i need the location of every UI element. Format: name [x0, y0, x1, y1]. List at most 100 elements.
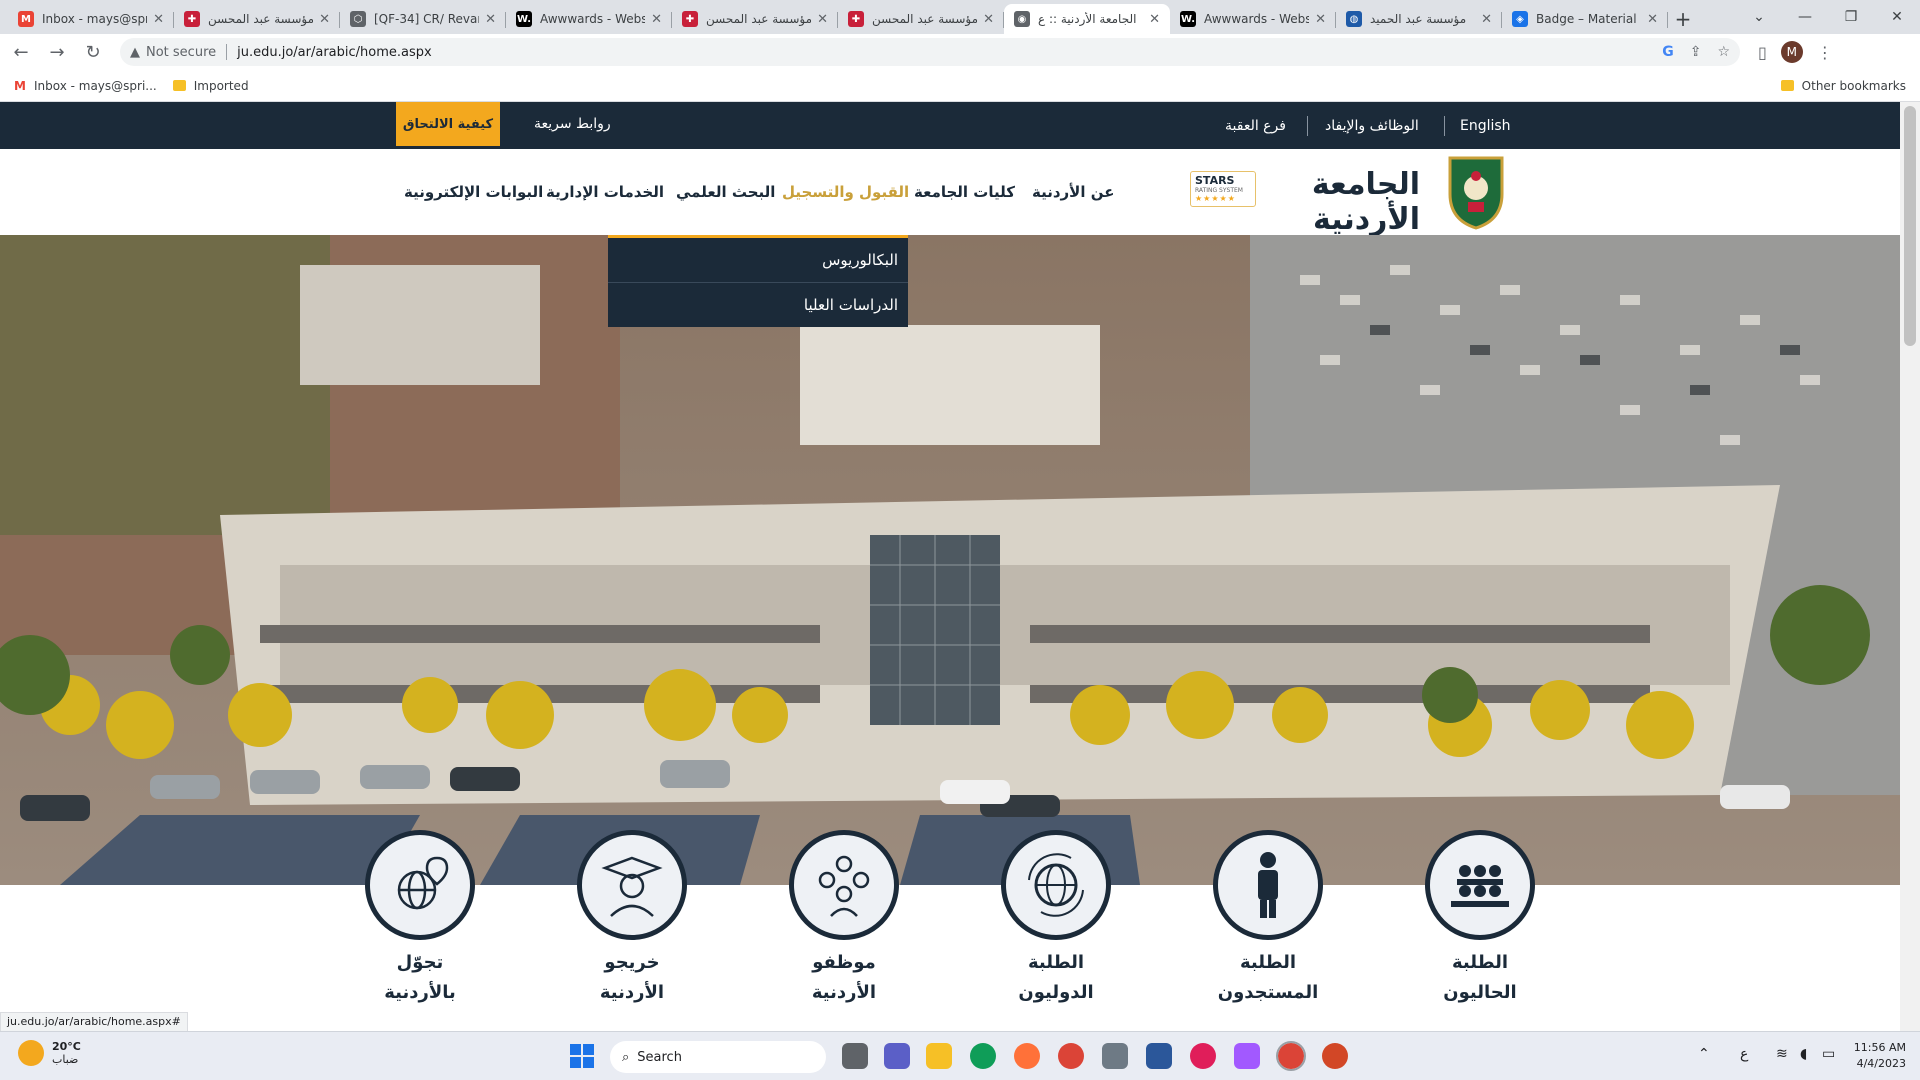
minimize-icon[interactable]: —: [1782, 0, 1828, 34]
stars-rating-badge[interactable]: STARS RATING SYSTEM ★★★★★: [1190, 171, 1256, 207]
windows-start-icon[interactable]: [570, 1044, 594, 1068]
nav-item-6[interactable]: البوابات الإلكترونية: [404, 149, 543, 235]
close-tab-icon[interactable]: ✕: [1481, 12, 1492, 27]
audience-link-3[interactable]: الطلبة الدوليون: [971, 830, 1141, 1030]
staff-icon[interactable]: [789, 830, 899, 940]
figma-icon[interactable]: [1234, 1043, 1260, 1069]
label-line-2: الدوليون: [1018, 982, 1094, 1003]
menu-icon[interactable]: ⋮: [1817, 43, 1833, 62]
tab-search-icon[interactable]: ⌄: [1736, 0, 1782, 34]
dropdown-item-graduate[interactable]: الدراسات العليا: [618, 283, 898, 327]
browser-tab[interactable]: ◍ مؤسسة عبد الحميد ✕: [1336, 4, 1502, 34]
english-link[interactable]: English: [1460, 102, 1511, 149]
browser-tab[interactable]: ◉ الجامعة الأردنية :: ع ✕: [1004, 4, 1170, 34]
share-icon[interactable]: ⇪: [1690, 44, 1702, 60]
reload-icon[interactable]: ↻: [78, 37, 108, 67]
browser-tab[interactable]: M Inbox - mays@spri ✕: [8, 4, 174, 34]
new-student-icon[interactable]: [1213, 830, 1323, 940]
weather-temp: 20°C: [52, 1040, 81, 1053]
battery-icon[interactable]: ▭: [1822, 1046, 1835, 1062]
how-to-join-button[interactable]: كيفية الالتحاق: [396, 102, 500, 146]
audience-link-5[interactable]: خريجو الأردنية: [547, 830, 717, 1030]
close-tab-icon[interactable]: ✕: [1149, 12, 1160, 27]
url-text[interactable]: ju.edu.jo/ar/arabic/home.aspx: [237, 45, 1646, 60]
browser-tab[interactable]: W. Awwwards - Websi ✕: [506, 4, 672, 34]
aqaba-branch-link[interactable]: فرع العقبة: [1225, 102, 1286, 149]
university-logo-text[interactable]: الجامعة الأردنية: [1260, 167, 1420, 237]
quick-links-link[interactable]: روابط سريعة: [534, 102, 611, 146]
students-group-icon[interactable]: [1425, 830, 1535, 940]
language-indicator[interactable]: ع: [1740, 1046, 1748, 1062]
weather-widget[interactable]: 20°C ضباب: [18, 1040, 81, 1066]
close-tab-icon[interactable]: ✕: [651, 12, 662, 27]
tab-title: مؤسسة عبد المحسن: [208, 12, 314, 26]
close-icon[interactable]: ✕: [1874, 0, 1920, 34]
top-utility-bar: English الوظائف والإيفاد فرع العقبة رواب…: [0, 102, 1900, 149]
nav-item-1[interactable]: عن الأردنية: [1032, 149, 1114, 235]
browser-tab[interactable]: ✚ مؤسسة عبد المحسن ✕: [838, 4, 1004, 34]
restore-icon[interactable]: ❐: [1828, 0, 1874, 34]
audience-link-6[interactable]: تجوّل بالأردنية: [335, 830, 505, 1030]
firefox-icon[interactable]: [1014, 1043, 1040, 1069]
close-tab-icon[interactable]: ✕: [1647, 12, 1658, 27]
foundation-icon: ✚: [184, 11, 200, 27]
nav-item-5[interactable]: الخدمات الإدارية: [546, 149, 664, 235]
forward-icon[interactable]: →: [42, 37, 72, 67]
side-panel-icon[interactable]: ▯: [1758, 43, 1767, 62]
bookmark-inbox[interactable]: M Inbox - mays@spri...: [14, 79, 157, 93]
scrollbar-thumb[interactable]: [1904, 106, 1916, 346]
bookmark-star-icon[interactable]: ☆: [1717, 44, 1730, 60]
jobs-link[interactable]: الوظائف والإيفاد: [1325, 102, 1419, 149]
browser-tab[interactable]: ◈ Badge – Material D ✕: [1502, 4, 1668, 34]
wifi-icon[interactable]: ≋: [1776, 1046, 1788, 1062]
slack-icon[interactable]: [1190, 1043, 1216, 1069]
powerpoint-icon[interactable]: [1322, 1043, 1348, 1069]
browser-tab[interactable]: W. Awwwards - Websi ✕: [1170, 4, 1336, 34]
close-tab-icon[interactable]: ✕: [153, 12, 164, 27]
taskbar-search[interactable]: ⌕ Search: [610, 1041, 826, 1073]
shoman-icon: ◍: [1346, 11, 1362, 27]
close-tab-icon[interactable]: ✕: [983, 12, 994, 27]
bookmark-imported[interactable]: Imported: [172, 79, 249, 93]
audience-link-4[interactable]: موظفو الأردنية: [759, 830, 929, 1030]
globe-icon: ◉: [1014, 11, 1030, 27]
clock[interactable]: 11:56 AM 4/4/2023: [1854, 1040, 1906, 1072]
folder-icon: [1780, 80, 1794, 91]
task-view-icon[interactable]: [842, 1043, 868, 1069]
tray-chevron-icon[interactable]: ⌃: [1698, 1046, 1710, 1062]
nav-item-3[interactable]: القبول والتسجيل: [782, 149, 909, 235]
page-scrollbar[interactable]: [1900, 102, 1920, 1031]
close-tab-icon[interactable]: ✕: [485, 12, 496, 27]
word-icon[interactable]: [1146, 1043, 1172, 1069]
close-tab-icon[interactable]: ✕: [817, 12, 828, 27]
other-bookmarks[interactable]: Other bookmarks: [1780, 79, 1906, 93]
graduate-icon[interactable]: [577, 830, 687, 940]
new-tab-button[interactable]: +: [1668, 4, 1698, 34]
foundation-icon: ✚: [682, 11, 698, 27]
volume-icon[interactable]: ◖: [1800, 1046, 1807, 1062]
browser-tab[interactable]: ⬡ [QF-34] CR/ Revam ✕: [340, 4, 506, 34]
audience-link-1[interactable]: الطلبة الحاليون: [1395, 830, 1565, 1030]
audience-link-2[interactable]: الطلبة المستجدون: [1183, 830, 1353, 1030]
global-students-icon[interactable]: [1001, 830, 1111, 940]
browser-tab[interactable]: ✚ مؤسسة عبد المحسن ✕: [174, 4, 340, 34]
tour-globe-icon[interactable]: [365, 830, 475, 940]
edge-icon[interactable]: [970, 1043, 996, 1069]
close-tab-icon[interactable]: ✕: [319, 12, 330, 27]
university-crest-icon[interactable]: [1446, 154, 1506, 230]
address-bar[interactable]: ▲ Not secure ju.edu.jo/ar/arabic/home.as…: [120, 38, 1740, 66]
chrome-icon[interactable]: [1058, 1043, 1084, 1069]
close-tab-icon[interactable]: ✕: [1315, 12, 1326, 27]
app-icon[interactable]: [1102, 1043, 1128, 1069]
nav-item-2[interactable]: كليات الجامعة: [914, 149, 1015, 235]
nav-item-4[interactable]: البحث العلمي: [676, 149, 775, 235]
back-icon[interactable]: ←: [6, 37, 36, 67]
clock-date: 4/4/2023: [1856, 1057, 1906, 1070]
browser-tab[interactable]: ✚ مؤسسة عبد المحسن ✕: [672, 4, 838, 34]
file-explorer-icon[interactable]: [926, 1043, 952, 1069]
profile-avatar[interactable]: M: [1780, 41, 1803, 63]
google-translate-icon[interactable]: G: [1662, 44, 1674, 60]
teams-chat-icon[interactable]: [884, 1043, 910, 1069]
chrome-active-icon[interactable]: [1276, 1041, 1306, 1071]
dropdown-item-bachelor[interactable]: البكالوريوس: [618, 238, 898, 282]
